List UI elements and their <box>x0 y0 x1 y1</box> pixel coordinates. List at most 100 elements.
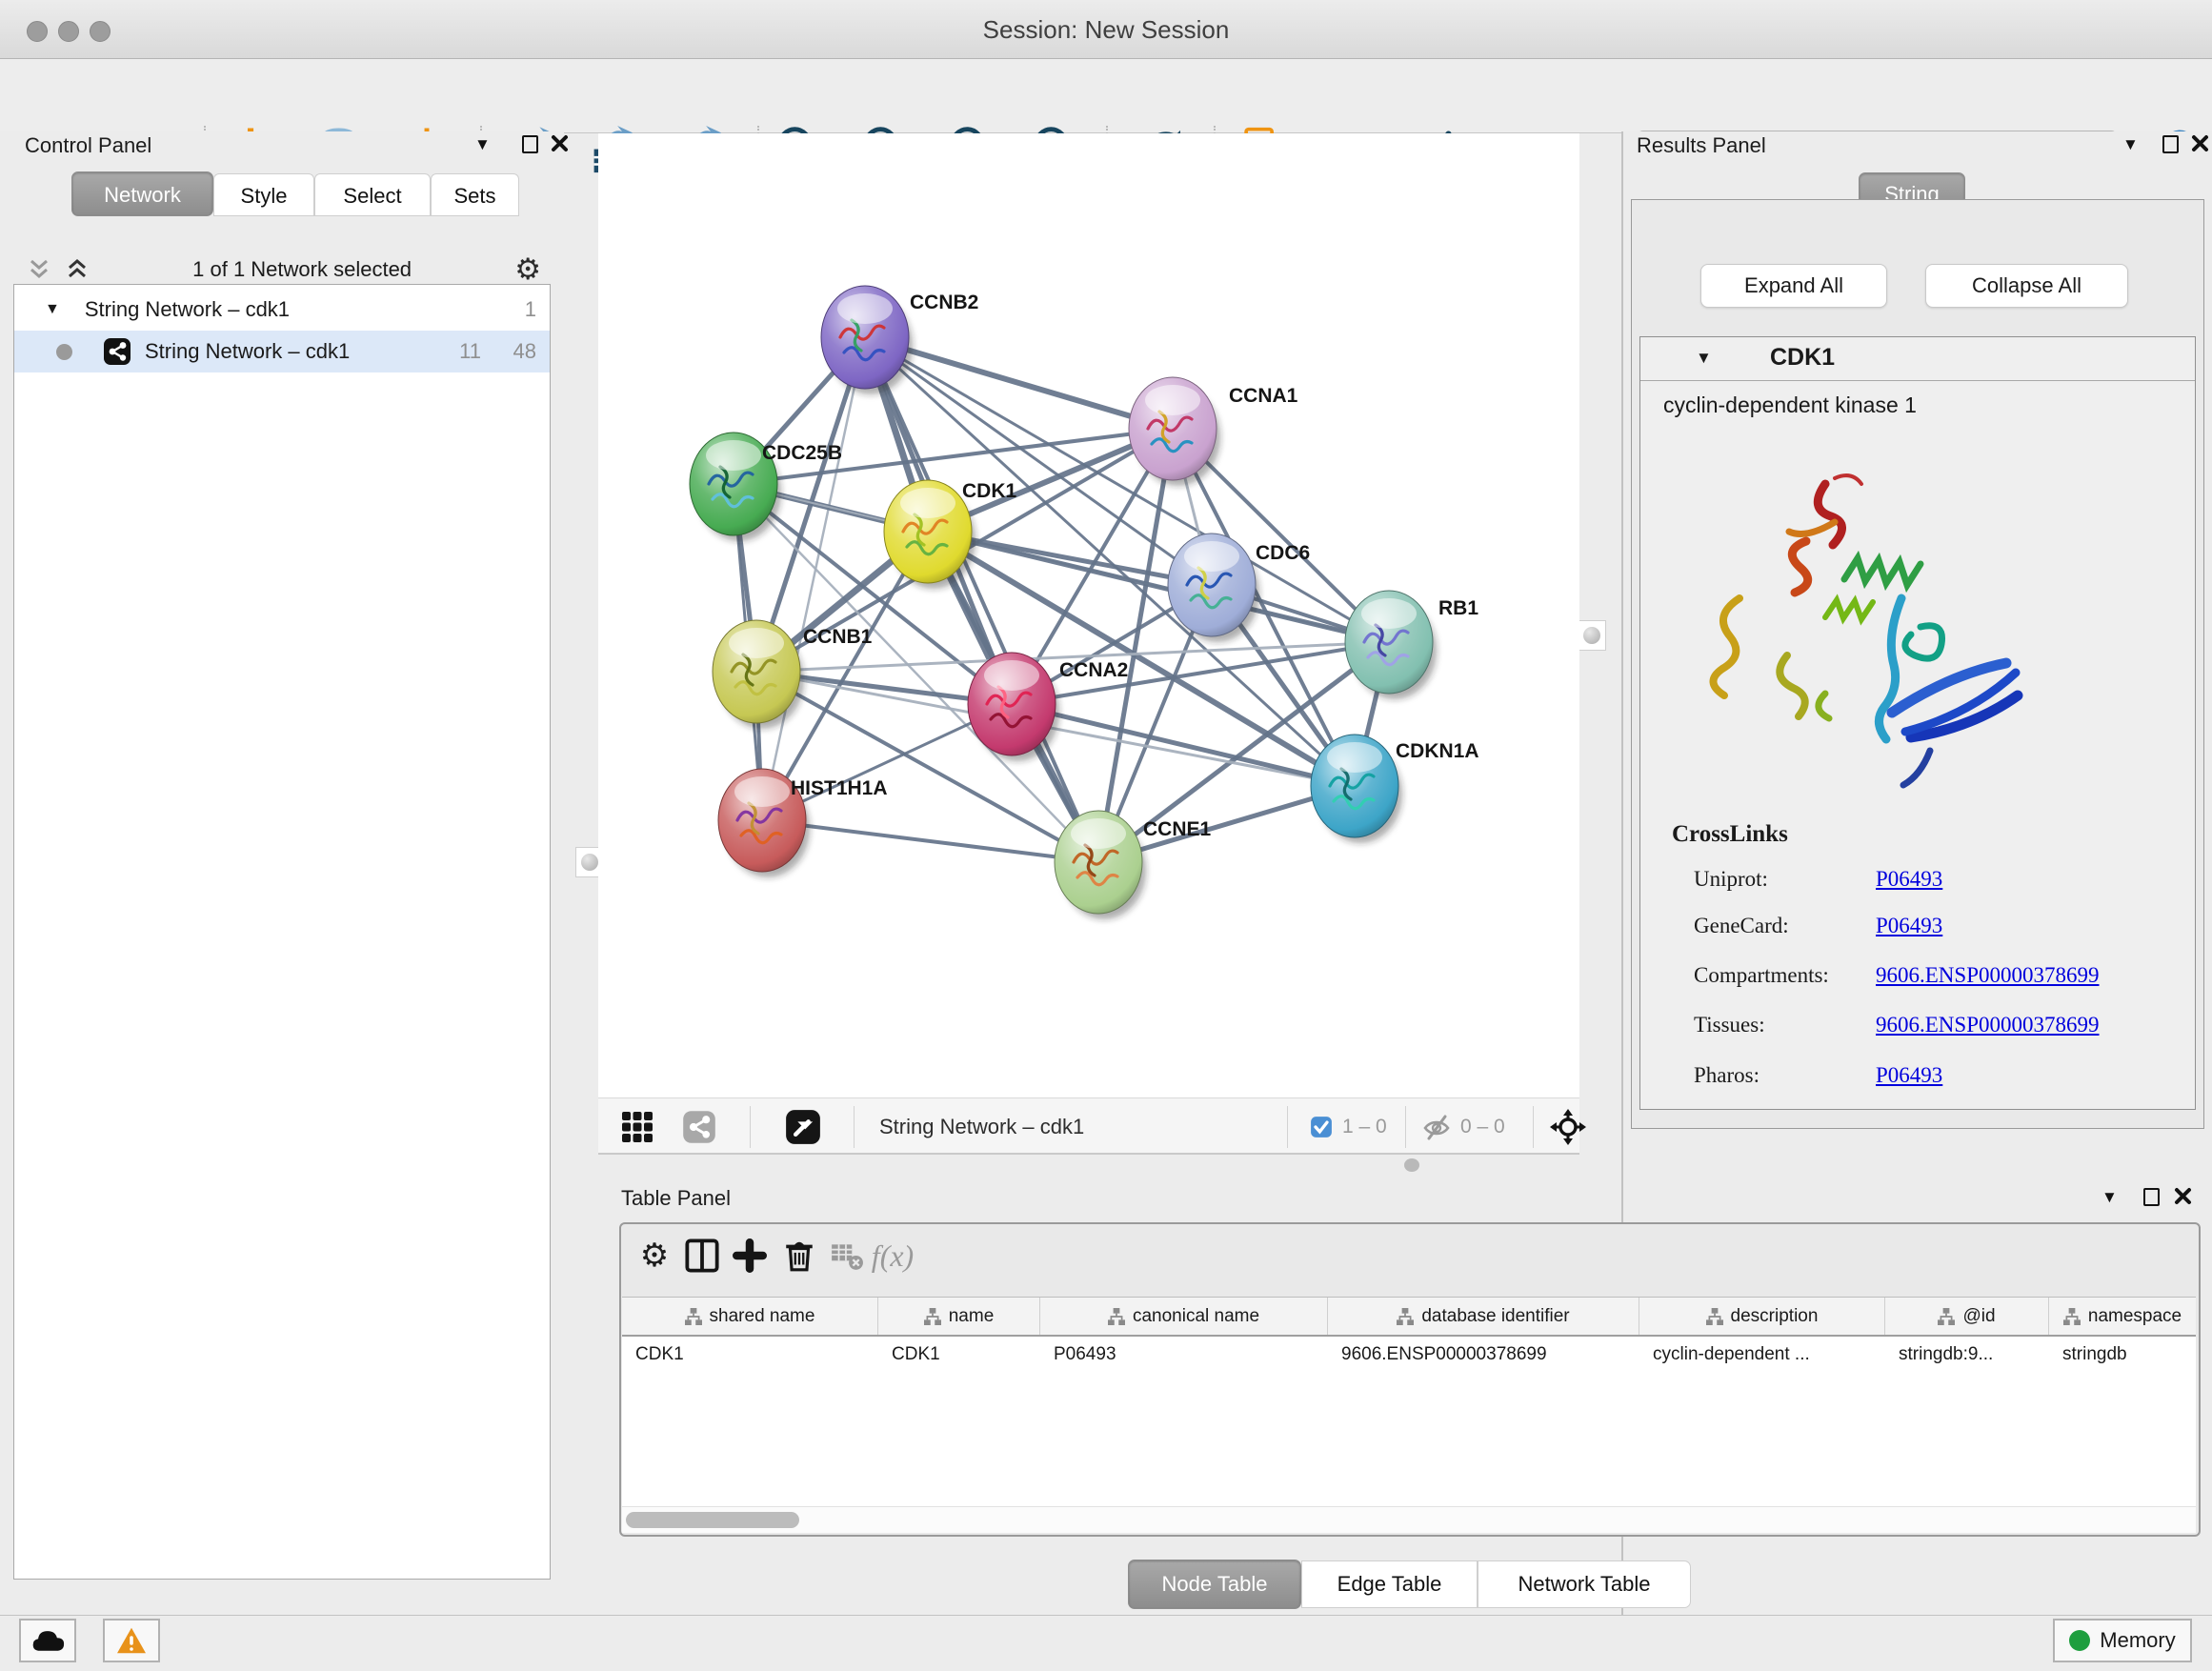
collapse-all-chevron-icon[interactable] <box>27 258 51 281</box>
network-node-CDKN1A[interactable]: CDKN1A <box>1311 735 1479 843</box>
add-row-icon[interactable] <box>728 1234 772 1278</box>
cell-canonical-name[interactable]: P06493 <box>1040 1337 1328 1373</box>
crosslink-label: GeneCard: <box>1694 914 1789 938</box>
protein-structure-image <box>1682 465 2044 808</box>
toolbar-separator <box>1287 1106 1288 1148</box>
selected-checkbox-icon[interactable]: 1 – 0 <box>1310 1098 1387 1156</box>
memory-label: Memory <box>2100 1628 2175 1653</box>
protein-section-header[interactable]: ▼ CDK1 <box>1640 337 2195 381</box>
network-edge-CCNB2-HIST1H1A[interactable] <box>762 337 865 820</box>
table-options-gear-icon[interactable]: ⚙ <box>633 1234 676 1278</box>
crosslink-label: Pharos: <box>1694 1063 1760 1088</box>
horizontal-splitter-handle[interactable] <box>1404 1158 1419 1172</box>
right-splitter-handle[interactable] <box>1578 620 1606 651</box>
network-node-CDC6[interactable]: CDC6 <box>1168 534 1310 642</box>
status-bar: Memory <box>0 1615 2212 1671</box>
thumbnail-grid-icon[interactable] <box>621 1098 654 1156</box>
control-panel-float-icon[interactable] <box>522 135 538 153</box>
network-edge-CCNB2-CCNE1[interactable] <box>865 337 1098 862</box>
node-label-CDC6: CDC6 <box>1256 542 1310 564</box>
column-header-canonical-name[interactable]: canonical name <box>1040 1298 1328 1335</box>
network-node-HIST1H1A[interactable]: HIST1H1A <box>718 769 888 877</box>
network-edge-HIST1H1A-CCNE1[interactable] <box>762 820 1098 862</box>
column-header-id[interactable]: @id <box>1885 1298 2049 1335</box>
table-panel-collapse-icon[interactable]: ▼ <box>2101 1188 2118 1207</box>
section-expander-icon[interactable]: ▼ <box>1696 349 1712 368</box>
expand-all-button[interactable]: Expand All <box>1700 264 1887 308</box>
column-type-icon <box>2063 1308 2081 1325</box>
delete-row-icon[interactable] <box>777 1234 821 1278</box>
table-header-row: shared name name canonical name database… <box>622 1297 2196 1337</box>
node-label-CDKN1A: CDKN1A <box>1396 740 1479 762</box>
column-type-icon <box>1397 1308 1414 1325</box>
results-panel-close-icon[interactable] <box>2191 134 2209 157</box>
memory-button[interactable]: Memory <box>2053 1619 2192 1662</box>
collapse-all-button[interactable]: Collapse All <box>1925 264 2128 308</box>
fit-content-crosshair-icon[interactable] <box>1548 1098 1588 1156</box>
cell-description[interactable]: cyclin-dependent ... <box>1639 1337 1885 1373</box>
results-panel-float-icon[interactable] <box>2162 135 2179 153</box>
expand-all-chevron-icon[interactable] <box>65 258 90 281</box>
network-type-icon[interactable] <box>682 1098 716 1156</box>
network-canvas[interactable]: CCNB2CCNA1CDC25BCDK1CDC6RB1CCNB1CCNA2CDK… <box>598 133 1579 1097</box>
main-toolbar: ? <box>0 59 2212 133</box>
cell-name[interactable]: CDK1 <box>878 1337 1040 1373</box>
table-horizontal-scrollbar[interactable] <box>622 1506 2196 1533</box>
cell-shared-name[interactable]: CDK1 <box>622 1337 878 1373</box>
column-header-shared-name[interactable]: shared name <box>622 1298 878 1335</box>
network-node-RB1[interactable]: RB1 <box>1345 591 1478 699</box>
function-builder-icon-disabled: f(x) <box>871 1234 915 1278</box>
node-label-CCNE1: CCNE1 <box>1143 818 1212 840</box>
network-tree: ▼ String Network – cdk1 1 String Network… <box>13 284 551 1580</box>
node-label-CCNB1: CCNB1 <box>803 626 873 648</box>
hidden-eye-icon[interactable]: 0 – 0 <box>1422 1098 1505 1156</box>
tab-network-table[interactable]: Network Table <box>1478 1560 1691 1608</box>
column-header-database-identifier[interactable]: database identifier <box>1328 1298 1639 1335</box>
network-node-CCNE1[interactable]: CCNE1 <box>1055 811 1212 919</box>
crosslink-pharos-link[interactable]: P06493 <box>1876 1063 1942 1088</box>
tab-edge-table[interactable]: Edge Table <box>1301 1560 1478 1608</box>
tab-sets[interactable]: Sets <box>431 173 519 216</box>
column-header-namespace[interactable]: namespace <box>2049 1298 2196 1335</box>
column-header-description[interactable]: description <box>1639 1298 1885 1335</box>
network-node-CCNB1[interactable]: CCNB1 <box>713 620 873 729</box>
crosslink-uniprot-link[interactable]: P06493 <box>1876 867 1942 892</box>
tab-node-table[interactable]: Node Table <box>1128 1560 1301 1609</box>
table-panel-float-icon[interactable] <box>2143 1188 2160 1206</box>
network-options-gear-icon[interactable]: ⚙ <box>514 252 541 287</box>
node-label-CCNA2: CCNA2 <box>1059 659 1128 681</box>
control-panel-collapse-icon[interactable]: ▼ <box>474 135 491 154</box>
cell-namespace[interactable]: stringdb <box>2049 1337 2196 1373</box>
cell-database-identifier[interactable]: 9606.ENSP00000378699 <box>1328 1337 1639 1373</box>
results-panel-collapse-icon[interactable]: ▼ <box>2122 135 2139 154</box>
show-columns-icon[interactable] <box>680 1234 724 1278</box>
crosslink-compartments-link[interactable]: 9606.ENSP00000378699 <box>1876 963 2100 988</box>
column-type-icon <box>1108 1308 1125 1325</box>
node-label-CCNA1: CCNA1 <box>1229 385 1298 407</box>
crosslink-genecard-link[interactable]: P06493 <box>1876 914 1942 938</box>
cell-id[interactable]: stringdb:9... <box>1885 1337 2049 1373</box>
birds-eye-view-icon[interactable] <box>785 1098 821 1156</box>
warnings-button[interactable] <box>103 1619 160 1662</box>
collection-count: 1 <box>525 297 536 322</box>
network-row-selected[interactable]: String Network – cdk1 11 48 <box>14 331 550 372</box>
crosslink-tissues-link[interactable]: 9606.ENSP00000378699 <box>1876 1013 2100 1037</box>
control-panel-close-icon[interactable] <box>551 134 569 157</box>
network-node-CCNA2[interactable]: CCNA2 <box>968 653 1128 761</box>
tab-network[interactable]: Network <box>71 171 213 216</box>
network-collection-row[interactable]: ▼ String Network – cdk1 1 <box>14 289 550 331</box>
table-row[interactable]: CDK1 CDK1 P06493 9606.ENSP00000378699 cy… <box>622 1337 2196 1373</box>
tab-select[interactable]: Select <box>314 173 431 216</box>
table-panel-close-icon[interactable] <box>2174 1187 2192 1210</box>
network-graph[interactable]: CCNB2CCNA1CDC25BCDK1CDC6RB1CCNB1CCNA2CDK… <box>598 133 1579 1097</box>
tree-expander-icon[interactable]: ▼ <box>45 301 60 318</box>
column-header-name[interactable]: name <box>878 1298 1040 1335</box>
tab-style[interactable]: Style <box>213 173 314 216</box>
protein-section: ▼ CDK1 cyclin-dependent kinase 1 <box>1639 336 2196 1110</box>
node-label-CDC25B: CDC25B <box>762 442 842 464</box>
current-network-dot-icon <box>56 344 72 360</box>
cloud-status-button[interactable] <box>19 1619 76 1662</box>
network-node-CCNB2[interactable]: CCNB2 <box>821 286 978 394</box>
scrollbar-thumb[interactable] <box>626 1512 799 1528</box>
network-node-CDC25B[interactable]: CDC25B <box>690 433 842 541</box>
